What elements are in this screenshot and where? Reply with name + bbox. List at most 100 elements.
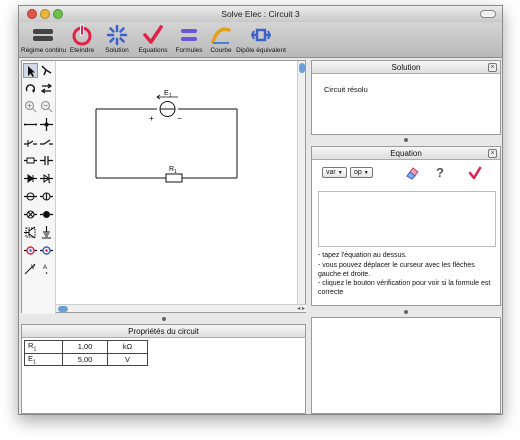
var-dropdown-label: var — [326, 169, 336, 176]
regime-continu-button[interactable]: Régime continu — [21, 24, 67, 54]
formula-icon — [181, 29, 197, 41]
current-label-button[interactable]: A — [39, 261, 54, 276]
toolbar: Régime continu Eteindre Solution Equatio… — [19, 22, 502, 58]
equations-button[interactable]: Equations — [135, 24, 171, 54]
horizontal-splitter-handle[interactable] — [162, 317, 166, 321]
capacitor-icon — [40, 156, 53, 165]
chevron-down-icon: ▼ — [337, 170, 343, 176]
rotate-tool-button[interactable] — [23, 81, 38, 96]
table-row[interactable]: E1 5,00 V — [24, 352, 148, 366]
resistor-component-button[interactable] — [23, 153, 38, 168]
solution-panel-title: Solution — [391, 63, 421, 72]
transistor-component-button[interactable] — [23, 225, 38, 240]
scroll-arrows-icon[interactable]: ◂ ▸ — [297, 305, 305, 312]
courbe-button[interactable]: Courbe — [207, 24, 235, 54]
formules-button[interactable]: Formules — [172, 24, 206, 54]
regime-continu-label: Régime continu — [21, 47, 67, 54]
wire-component-button[interactable] — [23, 117, 38, 132]
wire-hand-icon — [41, 65, 52, 76]
dipole-equivalent-label: Dipôle équivalent — [236, 47, 286, 54]
diode-icon — [24, 174, 37, 183]
help-icon[interactable]: ? — [436, 165, 444, 180]
diode-component-button[interactable] — [23, 171, 38, 186]
properties-panel: Propriétés du circuit R1 1,00 kΩ E1 5,00… — [21, 324, 306, 414]
capacitor-component-button[interactable] — [39, 153, 54, 168]
eteindre-label: Eteindre — [69, 47, 95, 54]
circuit-wires — [95, 108, 238, 179]
voltmeter-icon — [40, 246, 53, 255]
curve-icon — [211, 27, 231, 44]
solution-panel: Solution × Circuit résolu — [311, 60, 501, 135]
equation-panel: Equation × var ▼ op ▼ ? - tapez l'équati… — [311, 146, 501, 306]
resistor-icon — [24, 157, 37, 164]
op-dropdown-label: op — [354, 169, 362, 176]
current-source-button[interactable] — [39, 189, 54, 204]
switch-open-icon — [40, 139, 53, 145]
wire-icon — [24, 123, 37, 126]
minus-terminal-label: − — [177, 114, 182, 123]
eteindre-button[interactable]: Eteindre — [65, 24, 99, 54]
dipole-equivalent-button[interactable]: Dipôle équivalent — [235, 24, 287, 54]
voltage-arrow-icon: V — [24, 263, 36, 275]
right-splitter-handle-bottom[interactable] — [404, 310, 408, 314]
table-row[interactable]: R1 1,00 kΩ — [24, 340, 148, 354]
wire-tool-button[interactable] — [39, 63, 54, 78]
horizontal-scroll-thumb[interactable] — [58, 306, 68, 312]
zener-component-button[interactable] — [39, 171, 54, 186]
motor-component-button[interactable] — [39, 207, 54, 222]
transistor-icon — [24, 226, 36, 239]
flip-tool-button[interactable] — [39, 81, 54, 96]
chevron-down-icon: ▼ — [363, 170, 369, 176]
verify-checkmark-icon[interactable] — [468, 166, 482, 180]
bulb-component-button[interactable] — [23, 207, 38, 222]
empty-panel — [311, 317, 501, 414]
var-dropdown[interactable]: var ▼ — [322, 167, 347, 178]
equation-toolbar: var ▼ op ▼ ? — [318, 165, 496, 183]
select-tool-button[interactable] — [23, 63, 38, 78]
resistor-r1[interactable]: R 1 — [165, 166, 183, 183]
help-line: - vous pouvez déplacer le curseur avec l… — [318, 261, 475, 278]
node-icon — [40, 118, 53, 131]
r1-label-sub: 1 — [174, 169, 177, 175]
app-window: Solve Elec : Circuit 3 Régime continu Et… — [18, 5, 503, 415]
ground-component-button[interactable] — [39, 225, 54, 240]
solution-label: Solution — [105, 47, 129, 54]
equation-input[interactable] — [318, 191, 496, 247]
voltmeter-button[interactable] — [39, 243, 54, 258]
node-component-button[interactable] — [39, 117, 54, 132]
window-title: Solve Elec : Circuit 3 — [221, 9, 300, 19]
canvas-horizontal-scrollbar[interactable]: ◂ ▸ — [56, 304, 307, 312]
svg-text:V: V — [31, 265, 35, 271]
switch-closed-icon — [24, 140, 37, 147]
solution-button[interactable]: Solution — [101, 24, 133, 54]
close-solution-panel-button[interactable]: × — [488, 63, 497, 72]
right-splitter-handle-top[interactable] — [404, 138, 408, 142]
equation-help-text: - tapez l'équation au dessus. - vous pou… — [318, 251, 498, 298]
component-unit-cell: V — [107, 352, 148, 366]
ammeter-button[interactable] — [23, 243, 38, 258]
op-dropdown[interactable]: op ▼ — [350, 167, 373, 178]
switch-closed-button[interactable] — [23, 135, 38, 150]
zener-icon — [40, 173, 53, 184]
motor-icon — [40, 211, 53, 218]
formules-label: Formules — [175, 47, 203, 54]
circuit-canvas-area: V A E 1 + − R 1 ◂ ▸ — [21, 60, 307, 314]
plus-terminal-label: + — [149, 114, 154, 123]
canvas-vertical-scrollbar[interactable] — [297, 61, 305, 305]
zoom-out-button[interactable] — [39, 99, 54, 114]
switch-open-button[interactable] — [39, 135, 54, 150]
close-equation-panel-button[interactable]: × — [488, 149, 497, 158]
help-line: - cliquez le bouton vérification pour vo… — [318, 280, 491, 296]
voltage-source-e1[interactable]: E 1 + − — [149, 90, 182, 123]
component-name-cell: R1 — [24, 340, 63, 354]
circuit-drawing[interactable]: E 1 + − R 1 — [56, 61, 300, 305]
vertical-scroll-thumb[interactable] — [299, 63, 305, 73]
toolbar-toggle-button[interactable] — [480, 10, 496, 18]
voltage-source-button[interactable] — [23, 189, 38, 204]
dipole-icon — [250, 28, 272, 42]
voltage-label-button[interactable]: V — [23, 261, 38, 276]
component-value-cell[interactable]: 5,00 — [62, 352, 108, 366]
eraser-icon[interactable] — [404, 165, 420, 181]
component-value-cell[interactable]: 1,00 — [62, 340, 108, 354]
zoom-in-button[interactable] — [23, 99, 38, 114]
